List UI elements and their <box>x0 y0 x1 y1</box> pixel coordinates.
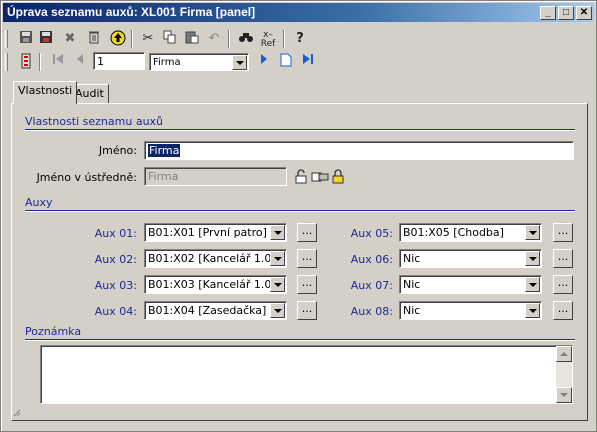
properties-section-title: Vlastnosti seznamu auxů <box>25 115 164 128</box>
title-bar[interactable]: Úprava seznamu auxů: XL001 Firma [panel]… <box>3 3 594 22</box>
chevron-down-icon[interactable] <box>270 251 285 266</box>
next-record-icon[interactable] <box>255 53 273 71</box>
aux-08-value: Nic <box>403 304 421 317</box>
aux-07-select[interactable]: Nic <box>399 275 542 294</box>
aux-03-value: B01:X03 [Kancelář 1.02] <box>148 278 283 291</box>
name-label: Jméno: <box>98 144 137 157</box>
aux-05-browse-button[interactable]: ... <box>553 223 573 242</box>
note-scrollbar[interactable] <box>556 346 572 403</box>
aux-03-browse-button[interactable]: ... <box>297 275 317 294</box>
tab-vlastnosti[interactable]: Vlastnosti <box>13 81 78 104</box>
toolbar-grip[interactable] <box>5 30 8 48</box>
aux-02-browse-button[interactable]: ... <box>297 249 317 268</box>
aux-02-value: B01:X02 [Kancelář 1.01] <box>148 252 283 265</box>
aux-04-value: B01:X04 [Zasedačka] <box>148 304 267 317</box>
scroll-down-button[interactable] <box>556 387 572 403</box>
aux-08-label: Aux 08: <box>350 305 393 318</box>
main-toolbar: ✖ ✂ ↶ x– Ref ? <box>5 28 405 50</box>
aux-03-label: Aux 03: <box>94 279 137 292</box>
central-name-input: Firma <box>144 167 287 186</box>
chevron-down-icon[interactable] <box>270 303 285 318</box>
close-button[interactable]: ✕ <box>576 6 592 20</box>
aux-05-value: B01:X05 [Chodba] <box>403 226 504 239</box>
chevron-down-icon[interactable] <box>525 303 540 318</box>
chevron-down-icon[interactable] <box>525 251 540 266</box>
aux-section-title: Auxy <box>25 196 53 209</box>
record-number-input[interactable]: 1 <box>93 52 145 70</box>
prev-record-icon[interactable] <box>71 53 89 71</box>
section-divider <box>25 339 575 341</box>
aux-06-label: Aux 06: <box>350 253 393 266</box>
editor-window: Úprava seznamu auxů: XL001 Firma [panel]… <box>0 0 597 432</box>
aux-08-select[interactable]: Nic <box>399 301 542 320</box>
chevron-down-icon[interactable] <box>525 225 540 240</box>
section-divider <box>25 129 575 131</box>
filter-combo[interactable]: Firma <box>149 53 249 71</box>
chevron-down-icon[interactable] <box>270 225 285 240</box>
link-icon[interactable] <box>311 172 329 185</box>
maximize-button[interactable]: □ <box>558 6 574 20</box>
central-name-label: Jméno v ústředně: <box>36 171 137 184</box>
toolbar-grip[interactable] <box>5 53 8 71</box>
minimize-button[interactable]: _ <box>540 6 556 20</box>
aux-07-browse-button[interactable]: ... <box>553 275 573 294</box>
navigation-toolbar: 1 Firma <box>5 51 405 73</box>
chevron-down-icon[interactable] <box>525 277 540 292</box>
lock-icon[interactable] <box>332 169 344 187</box>
aux-08-browse-button[interactable]: ... <box>553 301 573 320</box>
aux-04-browse-button[interactable]: ... <box>297 301 317 320</box>
aux-07-value: Nic <box>403 278 421 291</box>
aux-03-select[interactable]: B01:X03 [Kancelář 1.02] <box>144 275 287 294</box>
undo-icon[interactable]: ↶ <box>205 30 223 48</box>
cut-icon[interactable]: ✂ <box>139 30 157 48</box>
aux-01-value: B01:X01 [První patro] <box>148 226 267 239</box>
aux-01-select[interactable]: B01:X01 [První patro] <box>144 223 287 242</box>
save-icon[interactable] <box>17 30 35 48</box>
delete-x-icon[interactable]: ✖ <box>61 30 79 48</box>
toolbar-separator <box>283 30 285 48</box>
aux-04-select[interactable]: B01:X04 [Zasedačka] <box>144 301 287 320</box>
aux-05-select[interactable]: B01:X05 [Chodba] <box>399 223 542 242</box>
chevron-down-icon[interactable] <box>232 55 247 70</box>
ref-icon[interactable]: x– Ref <box>259 31 277 49</box>
aux-07-label: Aux 07: <box>350 279 393 292</box>
chevron-down-icon[interactable] <box>270 277 285 292</box>
name-input-value: Firma <box>148 144 181 157</box>
new-record-icon[interactable] <box>277 53 295 71</box>
aux-06-value: Nic <box>403 252 421 265</box>
scroll-up-button[interactable] <box>556 346 572 362</box>
filter-combo-value: Firma <box>153 57 181 68</box>
toolbar-separator <box>228 30 230 48</box>
aux-05-label: Aux 05: <box>350 227 393 240</box>
paste-icon[interactable] <box>183 30 201 48</box>
first-record-icon[interactable] <box>49 53 67 71</box>
upload-icon[interactable] <box>109 30 127 48</box>
resize-grip-icon[interactable] <box>13 407 21 417</box>
note-textarea[interactable] <box>40 345 573 404</box>
window-title: Úprava seznamu auxů: XL001 Firma [panel] <box>7 5 256 19</box>
copy-icon[interactable] <box>161 30 179 48</box>
aux-02-select[interactable]: B01:X02 [Kancelář 1.01] <box>144 249 287 268</box>
help-icon[interactable]: ? <box>291 30 309 48</box>
trash-icon[interactable] <box>85 30 103 48</box>
record-list-icon[interactable] <box>17 53 35 71</box>
name-input[interactable]: Firma <box>144 141 574 160</box>
section-divider <box>25 210 575 212</box>
aux-04-label: Aux 04: <box>94 305 137 318</box>
unlock-icon[interactable] <box>295 169 307 187</box>
toolbar-separator <box>39 53 41 71</box>
note-section-title: Poznámka <box>25 325 82 338</box>
aux-01-label: Aux 01: <box>94 227 137 240</box>
last-record-icon[interactable] <box>299 53 317 71</box>
aux-06-select[interactable]: Nic <box>399 249 542 268</box>
toolbar-separator <box>131 30 133 48</box>
aux-06-browse-button[interactable]: ... <box>553 249 573 268</box>
aux-01-browse-button[interactable]: ... <box>297 223 317 242</box>
save-all-icon[interactable] <box>37 30 55 48</box>
find-icon[interactable] <box>237 30 255 48</box>
aux-02-label: Aux 02: <box>94 253 137 266</box>
